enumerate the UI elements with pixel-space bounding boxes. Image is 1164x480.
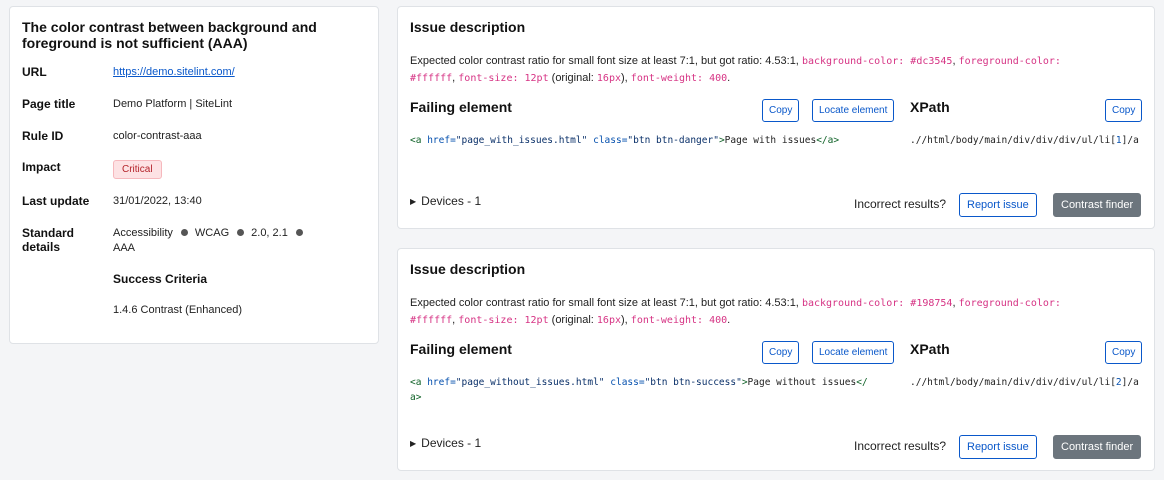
xpath-label: XPath <box>910 341 950 357</box>
failing-element-code: <a href="page_without_issues.html" class… <box>410 375 870 405</box>
code-token: class= <box>610 377 645 388</box>
issue-card: Issue description Expected color contras… <box>397 248 1155 471</box>
rule-id-label: Rule ID <box>22 129 64 143</box>
code-token: "page_without_issues.html" <box>455 377 605 388</box>
original-size-code: 16px <box>596 315 621 326</box>
report-issue-button[interactable]: Report issue <box>959 193 1037 217</box>
standard-row: Standard details Accessibility WCAG 2.0, 2… <box>22 226 366 318</box>
url-label: URL <box>22 65 47 79</box>
locate-element-button[interactable]: Locate element <box>812 99 895 122</box>
failing-element-label: Failing element <box>410 99 512 115</box>
page-title-row: Page title Demo Platform | SiteLint <box>22 97 366 111</box>
devices-label: Devices - 1 <box>421 194 482 208</box>
standard-label: Standard details <box>22 226 75 254</box>
background-color-code: background-color: #dc3545 <box>801 56 953 67</box>
rule-summary-card: The color contrast between background an… <box>9 6 379 344</box>
devices-toggle[interactable]: ▶ Devices - 1 <box>410 436 481 450</box>
issue-description: Expected color contrast ratio for small … <box>410 297 1061 326</box>
xpath-label: XPath <box>910 99 950 115</box>
description-text: Expected color contrast ratio for small … <box>410 55 799 67</box>
url-row: URL https://demo.sitelint.com/ <box>22 65 366 79</box>
code-token: /a <box>1127 135 1139 146</box>
separator-dot-icon <box>295 229 303 237</box>
page-title-label: Page title <box>22 97 76 111</box>
issue-heading: Issue description <box>410 261 526 277</box>
success-criteria-value: 1.4.6 Contrast (Enhanced) <box>113 304 243 316</box>
code-token: "page_with_issues.html" <box>455 135 588 146</box>
code-token: <a <box>410 135 422 146</box>
code-token: /a <box>1127 377 1139 388</box>
triangle-right-icon: ▶ <box>410 197 417 206</box>
code-token: Page with issues <box>724 135 817 146</box>
impact-label: Impact <box>22 160 61 174</box>
failing-element-code: <a href="page_with_issues.html" class="b… <box>410 133 880 148</box>
page-title-value: Demo Platform | SiteLint <box>113 98 233 110</box>
locate-element-button[interactable]: Locate element <box>812 341 895 364</box>
last-update-row: Last update 31/01/2022, 13:40 <box>22 194 366 208</box>
original-size-code: 16px <box>596 73 621 84</box>
original-label: (original: <box>551 72 594 84</box>
code-token: .//html/body/main/div/div/div/ul/li <box>910 135 1111 146</box>
code-token: href= <box>427 135 456 146</box>
xpath-code: .//html/body/main/div/div/div/ul/li[2]/a <box>910 375 1146 390</box>
punctuation: . <box>727 72 731 84</box>
code-token: href= <box>427 377 456 388</box>
standard-accessibility: Accessibility <box>113 227 173 239</box>
standard-level: AAA <box>113 242 136 254</box>
last-update-value: 31/01/2022, 13:40 <box>113 195 202 207</box>
separator-dot-icon <box>237 229 245 237</box>
code-token: Page without issues <box>747 377 857 388</box>
background-color-code: background-color: #198754 <box>801 298 953 309</box>
code-token: .//html/body/main/div/div/div/ul/li <box>910 377 1111 388</box>
url-link[interactable]: https://demo.sitelint.com/ <box>113 66 235 78</box>
punctuation: ), <box>621 314 628 326</box>
description-text: Expected color contrast ratio for small … <box>410 297 799 309</box>
standard-wcag: WCAG <box>194 227 230 239</box>
last-update-label: Last update <box>22 194 90 208</box>
copy-xpath-button[interactable]: Copy <box>1105 99 1143 122</box>
font-weight-code: font-weight: 400 <box>630 73 728 84</box>
code-token: "btn btn-success" <box>644 377 742 388</box>
code-token: class= <box>593 135 628 146</box>
devices-toggle[interactable]: ▶ Devices - 1 <box>410 194 481 208</box>
font-size-code: font-size: 12pt <box>458 73 549 84</box>
rule-title: The color contrast between background an… <box>22 19 317 51</box>
report-issue-button[interactable]: Report issue <box>959 435 1037 459</box>
code-token: <a <box>410 377 422 388</box>
font-weight-code: font-weight: 400 <box>630 315 728 326</box>
incorrect-results-text: Incorrect results? <box>854 439 947 453</box>
copy-element-button[interactable]: Copy <box>762 341 800 364</box>
incorrect-results-text: Incorrect results? <box>854 197 947 211</box>
contrast-finder-button[interactable]: Contrast finder <box>1053 193 1142 217</box>
copy-element-button[interactable]: Copy <box>762 99 800 122</box>
font-size-code: font-size: 12pt <box>458 315 549 326</box>
copy-xpath-button[interactable]: Copy <box>1105 341 1143 364</box>
standard-version: 2.0, 2.1 <box>251 227 288 239</box>
failing-element-label: Failing element <box>410 341 512 357</box>
separator-dot-icon <box>180 229 188 237</box>
original-label: (original: <box>551 314 594 326</box>
impact-row: Impact Critical <box>22 160 366 179</box>
xpath-code: .//html/body/main/div/div/div/ul/li[1]/a <box>910 133 1146 148</box>
issue-description: Expected color contrast ratio for small … <box>410 55 1061 84</box>
issue-heading: Issue description <box>410 19 526 35</box>
success-criteria-label: Success Criteria <box>113 272 208 286</box>
contrast-finder-button[interactable]: Contrast finder <box>1053 435 1142 459</box>
triangle-right-icon: ▶ <box>410 439 417 448</box>
rule-id-row: Rule ID color-contrast-aaa <box>22 129 366 143</box>
issue-card: Issue description Expected color contras… <box>397 6 1155 229</box>
code-token: </a> <box>816 135 840 146</box>
impact-badge: Critical <box>113 160 162 179</box>
rule-id-value: color-contrast-aaa <box>113 130 202 142</box>
devices-label: Devices - 1 <box>421 436 482 450</box>
punctuation: ), <box>621 72 628 84</box>
code-token: "btn btn-danger" <box>627 135 719 146</box>
punctuation: . <box>727 314 731 326</box>
